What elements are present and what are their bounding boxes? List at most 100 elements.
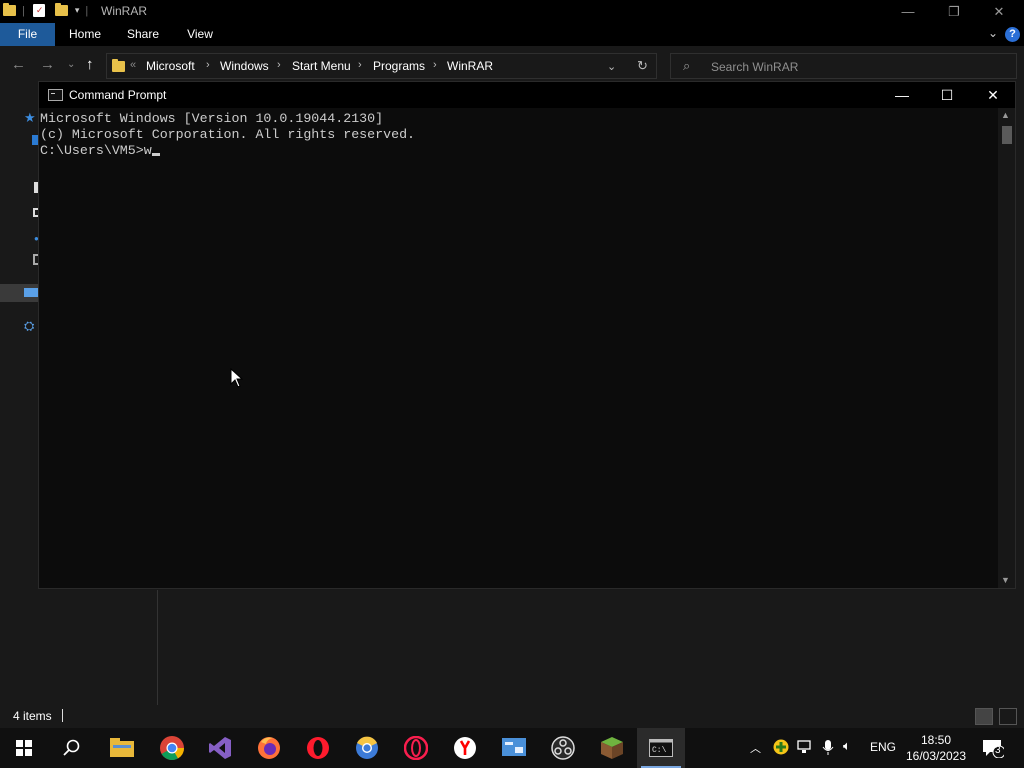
taskbar-opera[interactable] xyxy=(294,728,342,768)
taskbar-opera-gx[interactable] xyxy=(392,728,440,768)
item-count: 4 items xyxy=(13,709,52,723)
customize-toolbar-icon[interactable]: ▾ xyxy=(75,5,80,16)
taskbar-yandex[interactable] xyxy=(441,728,489,768)
breadcrumb-windows[interactable]: Windows xyxy=(220,59,269,73)
microphone-icon[interactable] xyxy=(822,740,834,759)
new-folder-icon[interactable] xyxy=(54,3,68,16)
tab-view[interactable]: View xyxy=(178,23,222,46)
scroll-thumb[interactable] xyxy=(1002,126,1012,144)
svg-text:C:\: C:\ xyxy=(652,746,667,755)
notification-count: 3 xyxy=(995,745,1001,756)
language-indicator[interactable]: ENG xyxy=(870,740,896,754)
breadcrumb-microsoft[interactable]: Microsoft xyxy=(146,59,195,73)
properties-icon[interactable]: ✓ xyxy=(32,4,45,17)
chevron-right-icon[interactable]: › xyxy=(277,59,281,71)
separator: | xyxy=(22,4,25,17)
minimize-button[interactable]: — xyxy=(885,0,931,23)
chevron-right-icon[interactable]: › xyxy=(358,59,362,71)
search-placeholder: Search WinRAR xyxy=(711,60,799,74)
forward-icon[interactable]: → xyxy=(40,56,55,73)
taskbar-minecraft[interactable] xyxy=(588,728,636,768)
text-cursor xyxy=(151,153,160,156)
scroll-up-icon[interactable]: ▲ xyxy=(1001,110,1010,120)
taskbar-search-button[interactable] xyxy=(48,728,96,768)
pane-divider[interactable] xyxy=(157,590,158,705)
help-icon[interactable]: ? xyxy=(1005,27,1020,42)
search-box[interactable]: ⌕ Search WinRAR xyxy=(670,53,1017,79)
breadcrumb-programs[interactable]: Programs xyxy=(373,59,425,73)
address-dropdown-icon[interactable]: ⌄ xyxy=(607,60,616,73)
recent-locations-icon[interactable]: ⌄ xyxy=(67,59,75,70)
ribbon: File Home Share View ⌄ ? xyxy=(0,23,1024,46)
search-icon: ⌕ xyxy=(683,58,691,73)
breadcrumb-winrar[interactable]: WinRAR xyxy=(447,59,493,73)
tab-home[interactable]: Home xyxy=(63,23,107,46)
taskbar: C:\ ︿ 🔈︎ ENG 18:50 16/03/2023 3 xyxy=(0,728,1024,768)
volume-icon[interactable]: 🔈︎ xyxy=(843,738,851,754)
file-explorer-icon xyxy=(110,738,134,757)
network-icon[interactable] xyxy=(796,740,812,757)
prompt-line: C:\Users\VM5>w xyxy=(40,143,999,159)
command-prompt-window[interactable]: Command Prompt — ☐ ✕ Microsoft Windows [… xyxy=(38,81,1016,589)
clock[interactable]: 18:50 16/03/2023 xyxy=(904,732,968,764)
cmd-titlebar[interactable]: Command Prompt — ☐ ✕ xyxy=(39,82,1015,108)
cmd-scrollbar[interactable]: ▲ ▼ xyxy=(998,108,1015,588)
explorer-titlebar: | ✓ ▾ | WinRAR — ❐ ✕ xyxy=(0,0,1024,23)
folder-icon xyxy=(112,59,125,72)
scroll-down-icon[interactable]: ▼ xyxy=(1001,575,1010,585)
taskbar-chrome[interactable] xyxy=(148,728,196,768)
taskbar-file-explorer[interactable] xyxy=(98,728,146,768)
expand-ribbon-icon[interactable]: ⌄ xyxy=(988,26,998,40)
cmd-close-button[interactable]: ✕ xyxy=(970,82,1016,108)
details-view-icon[interactable] xyxy=(975,708,993,725)
clock-time: 18:50 xyxy=(920,733,952,747)
chevron-right-icon[interactable]: › xyxy=(206,59,210,71)
tab-file[interactable]: File xyxy=(0,23,55,46)
mouse-pointer-icon xyxy=(230,368,244,388)
close-button[interactable]: ✕ xyxy=(976,0,1022,23)
close-icon: ✕ xyxy=(987,86,999,103)
address-bar[interactable]: « Microsoft › Windows › Start Menu › Pro… xyxy=(106,53,657,79)
taskbar-visual-studio[interactable] xyxy=(196,728,244,768)
action-center-button[interactable]: 3 xyxy=(982,738,1006,761)
close-icon: ✕ xyxy=(993,3,1005,19)
console-output[interactable]: Microsoft Windows [Version 10.0.19044.21… xyxy=(39,108,999,588)
restore-button[interactable]: ❐ xyxy=(931,0,977,23)
console-line: Microsoft Windows [Version 10.0.19044.21… xyxy=(40,111,384,126)
cmd-maximize-button[interactable]: ☐ xyxy=(924,82,970,108)
cmd-title: Command Prompt xyxy=(69,88,167,102)
firefox-icon xyxy=(258,737,280,759)
command-prompt-icon[interactable] xyxy=(48,89,63,101)
minecraft-icon xyxy=(601,737,623,759)
taskbar-command-prompt[interactable]: C:\ xyxy=(637,728,685,768)
prompt-text: C:\Users\VM5>w xyxy=(40,143,152,158)
status-bar: 4 items xyxy=(0,705,1024,728)
control-panel-icon xyxy=(502,738,526,756)
clock-date: 16/03/2023 xyxy=(905,749,967,763)
chromium-icon xyxy=(356,736,378,759)
breadcrumb-start-menu[interactable]: Start Menu xyxy=(292,59,351,73)
taskbar-firefox[interactable] xyxy=(245,728,293,768)
large-icons-view-icon[interactable] xyxy=(999,708,1017,725)
restore-icon: ❐ xyxy=(948,3,960,19)
back-icon[interactable]: ← xyxy=(11,56,26,73)
taskbar-control-panel[interactable] xyxy=(490,728,538,768)
maximize-icon: ☐ xyxy=(940,86,954,103)
chevron-right-icon[interactable]: › xyxy=(433,59,437,71)
cmd-minimize-button[interactable]: — xyxy=(879,82,925,108)
opera-icon xyxy=(307,737,329,759)
opera-gx-icon xyxy=(404,736,428,760)
up-icon[interactable]: ↑ xyxy=(86,56,94,73)
start-button[interactable] xyxy=(0,728,48,768)
status-divider xyxy=(62,709,63,722)
refresh-icon[interactable]: ↻ xyxy=(637,58,648,74)
taskbar-chromium[interactable] xyxy=(343,728,391,768)
overflow-icon[interactable]: « xyxy=(130,59,136,71)
obs-icon xyxy=(551,736,575,760)
show-hidden-icons-icon[interactable]: ︿ xyxy=(750,740,761,756)
this-pc-icon xyxy=(24,288,38,297)
tab-share[interactable]: Share xyxy=(120,23,166,46)
command-prompt-icon: C:\ xyxy=(649,739,673,757)
taskbar-obs[interactable] xyxy=(539,728,587,768)
security-icon[interactable] xyxy=(773,739,789,758)
